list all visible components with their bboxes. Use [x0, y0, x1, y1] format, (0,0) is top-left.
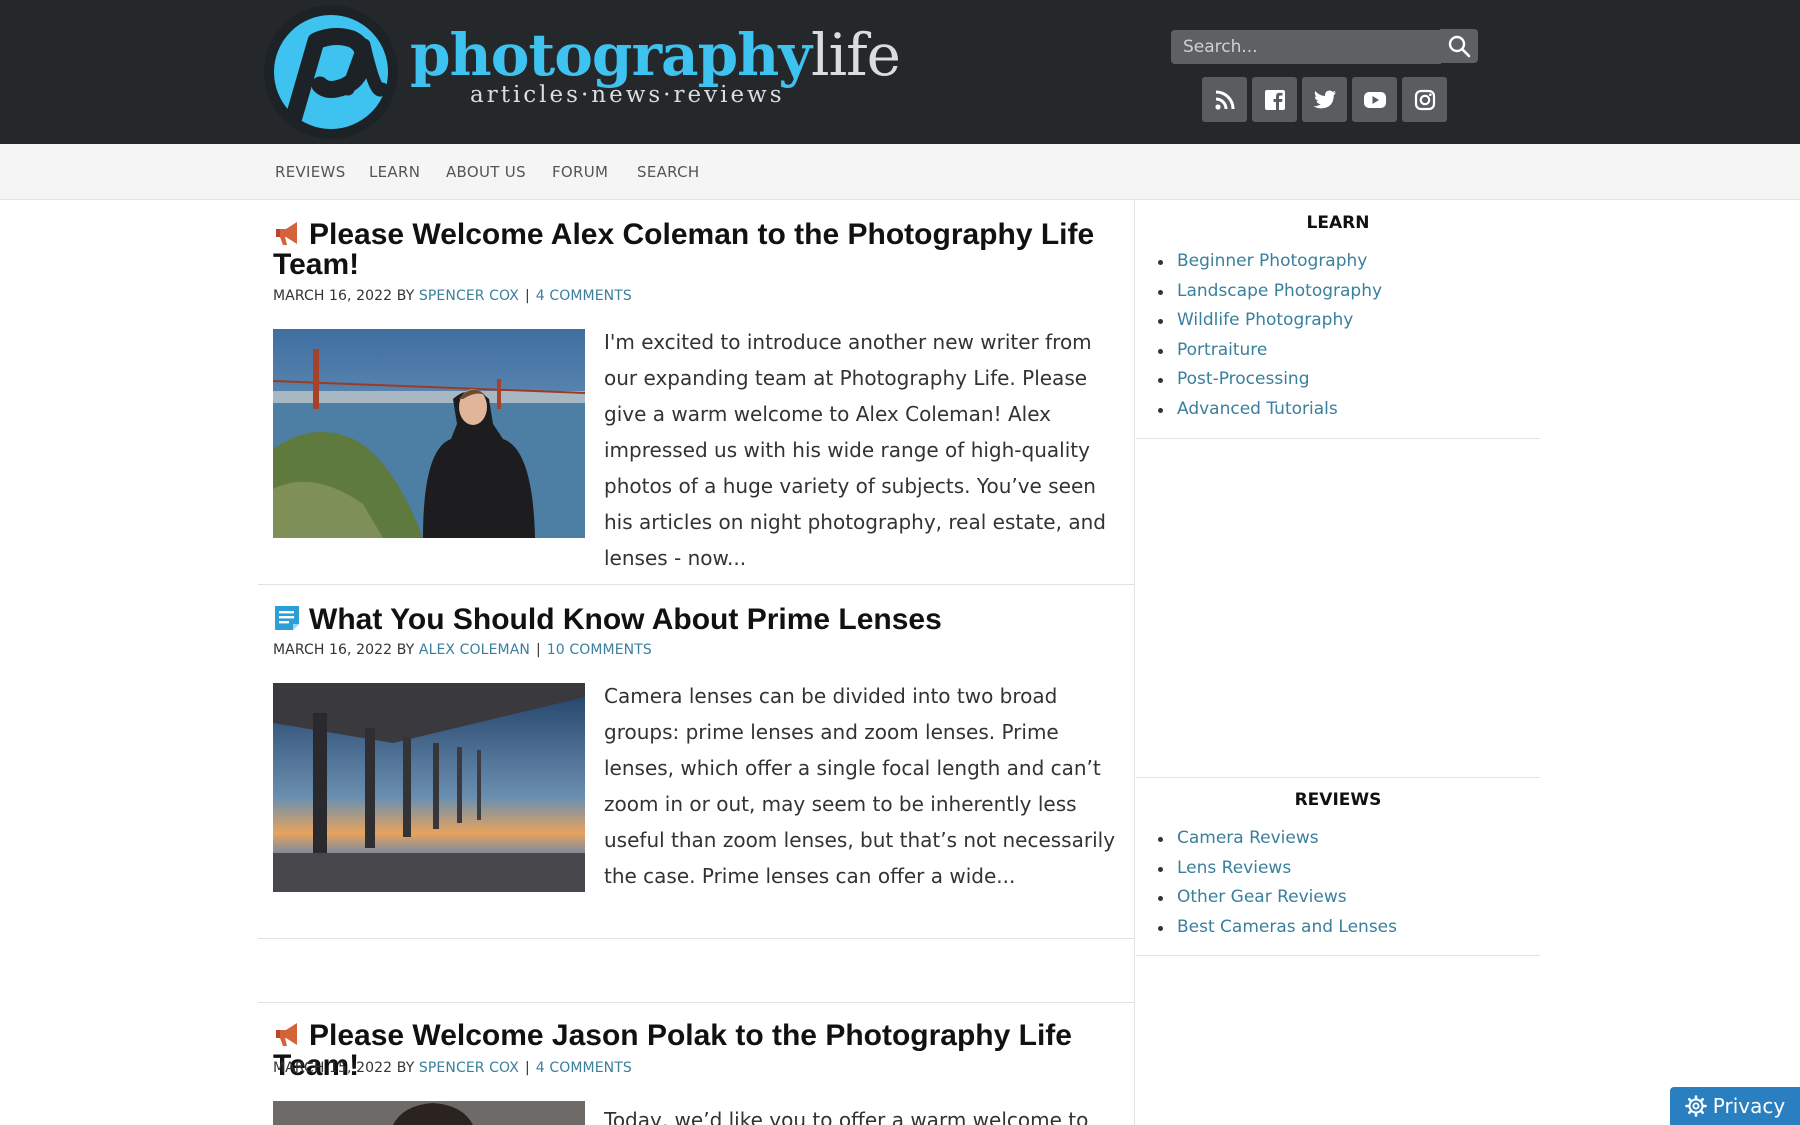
content-sidebar-divider — [1134, 200, 1135, 1125]
post-by-label: BY — [396, 288, 415, 304]
rss-icon — [1214, 90, 1234, 110]
post-thumbnail[interactable] — [273, 683, 585, 892]
nav-item-about-us[interactable]: ABOUT US — [446, 144, 526, 200]
nav-item-search[interactable]: SEARCH — [637, 144, 700, 200]
post-author-link[interactable]: SPENCER COX — [419, 1060, 519, 1076]
sidebar-divider — [1136, 777, 1540, 778]
nav-item-reviews[interactable]: REVIEWS — [275, 144, 346, 200]
post-title-text: Please Welcome Alex Coleman to the Photo… — [273, 218, 1095, 281]
post-comments-link[interactable]: 4 COMMENTS — [536, 1060, 632, 1076]
post-divider — [258, 938, 1134, 939]
post-comments-link[interactable]: 4 COMMENTS — [536, 288, 632, 304]
search-button[interactable] — [1440, 29, 1478, 63]
post-excerpt: Camera lenses can be divided into two br… — [604, 684, 1116, 888]
post-divider — [258, 1002, 1134, 1003]
sidebar-reviews-heading: REVIEWS — [1294, 790, 1382, 810]
youtube-button[interactable] — [1352, 77, 1397, 122]
main-nav: REVIEWS LEARN ABOUT US FORUM SEARCH — [0, 144, 1800, 200]
sidebar-link-advanced-tutorials[interactable]: Advanced Tutorials — [1158, 395, 1382, 425]
post-comments-link[interactable]: 10 COMMENTS — [547, 642, 652, 658]
twitter-button[interactable] — [1302, 77, 1347, 122]
logo-word-life: life — [811, 21, 901, 89]
search-input[interactable] — [1171, 30, 1441, 64]
document-icon — [275, 606, 299, 630]
instagram-button[interactable] — [1402, 77, 1447, 122]
post-title-link[interactable]: Please Welcome Alex Coleman to the Photo… — [273, 219, 1133, 280]
post-excerpt: Today, we’d like you to offer a warm wel… — [604, 1108, 1089, 1125]
site-logo-icon[interactable] — [264, 5, 398, 139]
privacy-label: Privacy — [1712, 1094, 1786, 1118]
rss-button[interactable] — [1202, 77, 1247, 122]
nav-item-forum[interactable]: FORUM — [552, 144, 608, 200]
privacy-settings-button[interactable]: Privacy — [1670, 1087, 1800, 1125]
site-header: photographylife articles·news·reviews — [0, 0, 1800, 144]
post-thumbnail[interactable] — [273, 329, 585, 538]
sidebar-link-lens-reviews[interactable]: Lens Reviews — [1158, 854, 1397, 884]
sidebar-reviews-list: Camera Reviews Lens Reviews Other Gear R… — [1158, 824, 1397, 942]
sidebar-link-portraiture[interactable]: Portraiture — [1158, 336, 1382, 366]
post-thumbnail[interactable] — [273, 1101, 585, 1125]
post-date: MARCH 16, 2022 — [273, 288, 393, 304]
search-icon — [1448, 35, 1471, 58]
post-author-link[interactable]: ALEX COLEMAN — [419, 642, 530, 658]
facebook-icon — [1264, 89, 1285, 110]
sidebar-learn-heading: LEARN — [1306, 213, 1370, 233]
post-by-label: BY — [396, 1060, 415, 1076]
nav-item-learn[interactable]: LEARN — [369, 144, 420, 200]
sidebar-link-wildlife-photography[interactable]: Wildlife Photography — [1158, 306, 1382, 336]
post-date: MARCH 16, 2022 — [273, 642, 393, 658]
sidebar-divider — [1136, 438, 1540, 439]
site-logo-wordmark[interactable]: photographylife — [410, 20, 901, 90]
twitter-icon — [1313, 90, 1336, 108]
post-author-link[interactable]: SPENCER COX — [419, 288, 519, 304]
logo-word-photography: photography — [410, 21, 812, 89]
post-title-link[interactable]: What You Should Know About Prime Lenses — [273, 604, 1133, 635]
post-meta: MARCH 16, 2022 BY ALEX COLEMAN | 10 COMMEN… — [273, 642, 652, 658]
sidebar-divider — [1136, 955, 1540, 956]
post-excerpt: I'm excited to introduce another new wri… — [604, 330, 1106, 570]
sidebar-link-other-gear-reviews[interactable]: Other Gear Reviews — [1158, 883, 1397, 913]
facebook-button[interactable] — [1252, 77, 1297, 122]
sidebar-link-beginner-photography[interactable]: Beginner Photography — [1158, 247, 1382, 277]
post-date: MARCH 15, 2022 — [273, 1060, 393, 1076]
post-meta: MARCH 16, 2022 BY SPENCER COX | 4 COMMENTS — [273, 288, 632, 304]
megaphone-icon — [276, 1023, 297, 1046]
sidebar-link-camera-reviews[interactable]: Camera Reviews — [1158, 824, 1397, 854]
post-divider — [258, 584, 1134, 585]
megaphone-icon — [276, 222, 297, 245]
post-meta: MARCH 15, 2022 BY SPENCER COX | 4 COMMENTS — [273, 1060, 632, 1076]
instagram-icon — [1414, 89, 1435, 110]
post-title-text: What You Should Know About Prime Lenses — [309, 603, 942, 636]
post-by-label: BY — [396, 642, 415, 658]
youtube-icon — [1363, 91, 1386, 108]
sidebar-link-landscape-photography[interactable]: Landscape Photography — [1158, 277, 1382, 307]
logo-tagline: articles·news·reviews — [470, 82, 785, 108]
gear-icon — [1684, 1095, 1707, 1117]
sidebar-link-best-cameras-lenses[interactable]: Best Cameras and Lenses — [1158, 913, 1397, 943]
sidebar-link-post-processing[interactable]: Post-Processing — [1158, 365, 1382, 395]
sidebar-learn-list: Beginner Photography Landscape Photograp… — [1158, 247, 1382, 425]
